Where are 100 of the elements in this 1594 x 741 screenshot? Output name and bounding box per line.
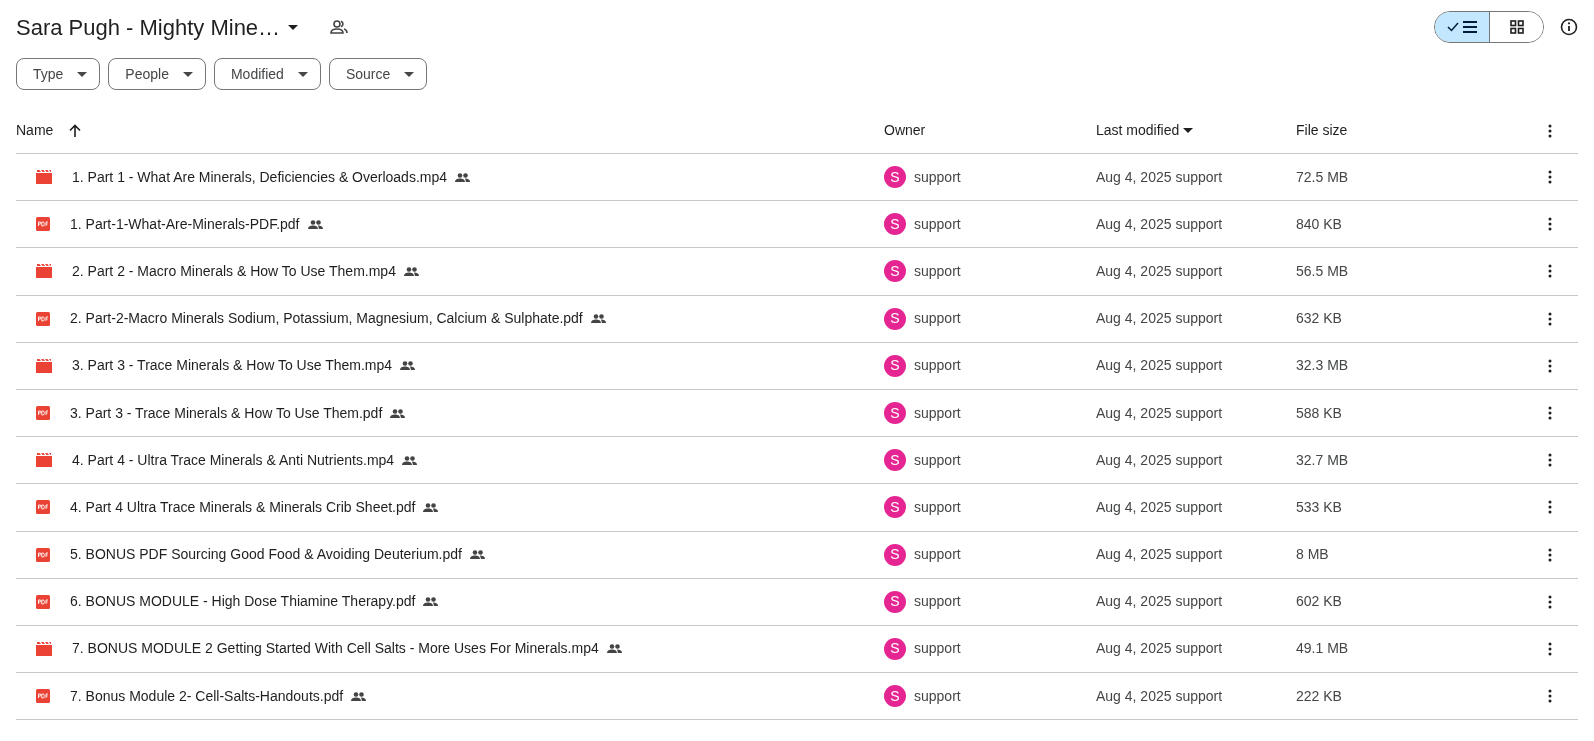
- modified-date: Aug 4, 2025 support: [1096, 168, 1223, 185]
- modified-date: Aug 4, 2025 support: [1096, 451, 1223, 468]
- caret-icon: [404, 71, 415, 77]
- file-size: 222 KB: [1296, 687, 1342, 704]
- shared-icon: [423, 597, 439, 607]
- file-name[interactable]: 3. Part 3 - Trace Minerals & How To Use Them.mp4: [72, 355, 393, 377]
- more-icon: [1548, 217, 1552, 232]
- check-icon: [1447, 22, 1459, 32]
- more-icon: [1548, 689, 1552, 704]
- file-name[interactable]: 7. BONUS MODULE 2 Getting Started With Cell Salts - More Uses For Minerals.mp4: [72, 638, 599, 660]
- more-icon: [1548, 500, 1552, 515]
- modified-date: Aug 4, 2025 support: [1096, 357, 1223, 374]
- list-view-button[interactable]: [1435, 12, 1489, 42]
- shared-icon: [307, 219, 323, 229]
- file-size: 49.1 MB: [1296, 640, 1349, 657]
- file-name[interactable]: 3. Part 3 - Trace Minerals & How To Use Them.pdf: [70, 402, 383, 424]
- file-size: 533 KB: [1296, 498, 1342, 515]
- video-file-icon: [36, 358, 52, 373]
- file-size: 8 MB: [1296, 546, 1329, 563]
- file-name[interactable]: 2. Part 2 - Macro Minerals & How To Use Them.mp4: [72, 260, 396, 282]
- folder-title: Sara Pugh - Mighty Mine…: [16, 13, 281, 42]
- file-name[interactable]: 1. Part 1 - What Are Minerals, Deficiencies & Overloads.mp4: [72, 166, 448, 188]
- column-header[interactable]: Owner: [884, 120, 926, 141]
- more-icon: [1548, 123, 1552, 138]
- filter-dropdown[interactable]: Type: [16, 58, 101, 90]
- pdf-file-icon: [36, 311, 50, 326]
- file-name[interactable]: 1. Part-1-What-Are-Minerals-PDF.pdf: [70, 213, 300, 235]
- modified-date: Aug 4, 2025 support: [1096, 498, 1223, 515]
- grid-view-button[interactable]: [1489, 12, 1543, 42]
- avatar: S: [884, 307, 906, 330]
- file-name[interactable]: 5. BONUS PDF Sourcing Good Food & Avoiding Deuterium.pdf: [70, 544, 462, 566]
- caret-icon[interactable]: [1183, 128, 1194, 133]
- file-name[interactable]: 4. Part 4 Ultra Trace Minerals & Minerals Crib Sheet.pdf: [70, 496, 416, 518]
- avatar: S: [884, 260, 906, 283]
- filter-dropdown[interactable]: Source: [328, 58, 428, 90]
- more-icon: [1548, 641, 1552, 656]
- filter-dropdown[interactable]: Modified: [213, 58, 321, 90]
- shared-icon: [423, 502, 439, 512]
- shared-icon: [606, 644, 622, 654]
- video-file-icon: [36, 264, 52, 279]
- avatar: S: [884, 637, 906, 660]
- file-size: 840 KB: [1296, 215, 1342, 232]
- video-file-icon: [36, 170, 52, 185]
- column-header[interactable]: Name: [16, 120, 54, 141]
- file-name[interactable]: 2. Part-2-Macro Minerals Sodium, Potassium, Magnesium, Calcium & Sulphate.pdf: [70, 308, 583, 330]
- owner-name: support: [914, 450, 961, 470]
- avatar: S: [884, 685, 906, 708]
- more-icon: [1548, 406, 1552, 421]
- caret-icon[interactable]: [288, 24, 299, 30]
- avatar: S: [884, 543, 906, 566]
- caret-icon: [297, 71, 308, 77]
- pdf-file-icon: [36, 500, 50, 515]
- caret-icon: [182, 71, 193, 77]
- pdf-file-icon: [36, 689, 50, 704]
- modified-date: Aug 4, 2025 support: [1096, 640, 1223, 657]
- file-name[interactable]: 6. BONUS MODULE - High Dose Thiamine Therapy.pdf: [70, 591, 416, 613]
- info-icon[interactable]: [1560, 18, 1578, 36]
- shared-icon: [590, 314, 606, 324]
- avatar: S: [884, 213, 906, 236]
- owner-name: support: [914, 309, 961, 329]
- shared-icon: [403, 266, 419, 276]
- avatar: S: [884, 402, 906, 425]
- column-header[interactable]: File size: [1296, 120, 1348, 141]
- modified-date: Aug 4, 2025 support: [1096, 687, 1223, 704]
- shared-icon: [402, 455, 418, 465]
- people-icon[interactable]: [330, 20, 349, 34]
- file-size: 56.5 MB: [1296, 262, 1349, 279]
- video-file-icon: [36, 453, 52, 468]
- column-header[interactable]: Last modified: [1096, 120, 1180, 141]
- modified-date: Aug 4, 2025 support: [1096, 546, 1223, 563]
- more-icon: [1548, 547, 1552, 562]
- file-size: 32.3 MB: [1296, 357, 1349, 374]
- list-icon: [1463, 21, 1477, 33]
- more-icon: [1548, 453, 1552, 468]
- shared-icon: [351, 691, 367, 701]
- owner-name: support: [914, 592, 961, 612]
- modified-date: Aug 4, 2025 support: [1096, 262, 1223, 279]
- more-icon: [1548, 594, 1552, 609]
- video-file-icon: [36, 641, 52, 656]
- file-name[interactable]: 4. Part 4 - Ultra Trace Minerals & Anti Nutrients.mp4: [72, 449, 395, 471]
- caret-icon: [77, 71, 88, 77]
- grid-icon: [1509, 20, 1524, 34]
- file-name[interactable]: 7. Bonus Module 2- Cell-Salts-Handouts.pdf: [70, 685, 344, 707]
- shared-icon: [469, 550, 485, 560]
- arrow-up-icon[interactable]: [69, 124, 82, 137]
- filter-dropdown[interactable]: People: [108, 58, 206, 90]
- shared-icon: [400, 361, 416, 371]
- owner-name: support: [914, 167, 961, 187]
- pdf-file-icon: [36, 547, 50, 562]
- modified-date: Aug 4, 2025 support: [1096, 215, 1223, 232]
- file-size: 602 KB: [1296, 593, 1342, 610]
- owner-name: support: [914, 497, 961, 517]
- more-icon: [1548, 264, 1552, 279]
- more-icon: [1548, 358, 1552, 373]
- file-size: 32.7 MB: [1296, 451, 1349, 468]
- owner-name: support: [914, 214, 961, 234]
- pdf-file-icon: [36, 406, 50, 421]
- modified-date: Aug 4, 2025 support: [1096, 310, 1223, 327]
- file-size: 588 KB: [1296, 404, 1342, 421]
- more-icon: [1548, 311, 1552, 326]
